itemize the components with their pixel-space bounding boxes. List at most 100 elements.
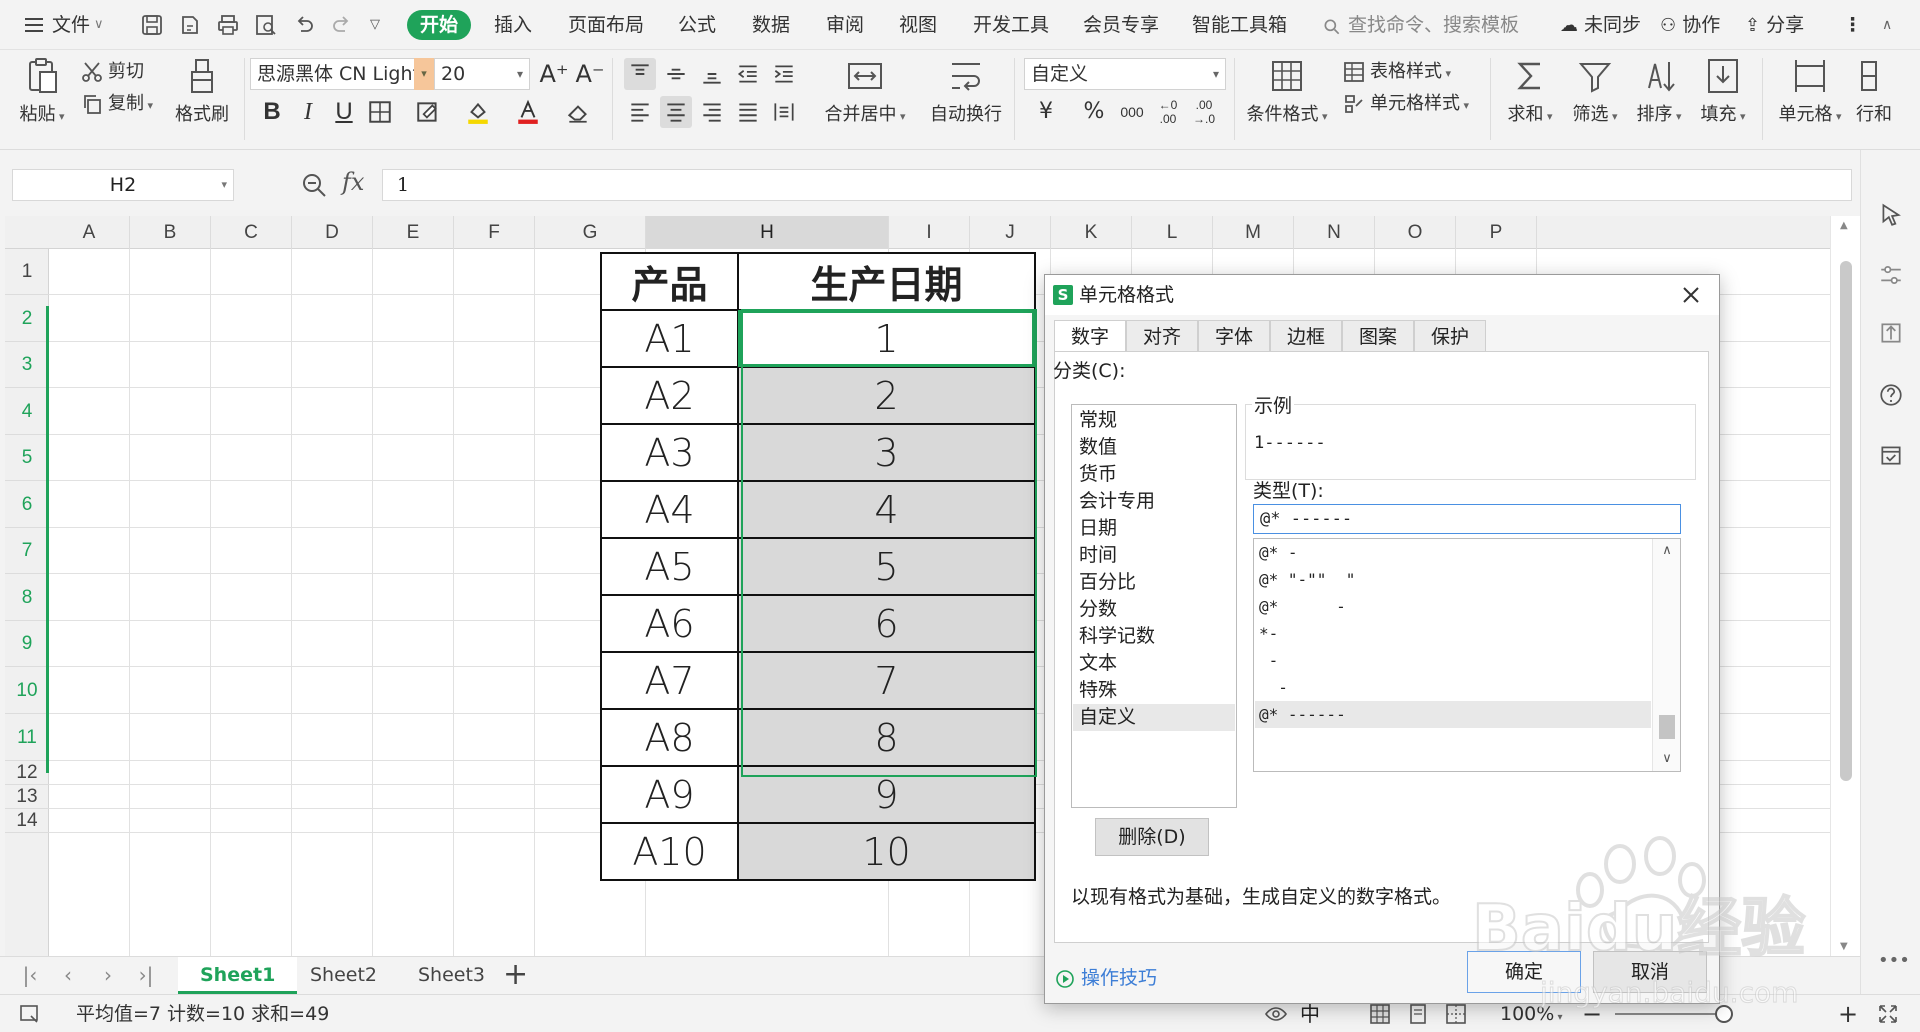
collapse-ribbon-icon[interactable]: ∧ — [1882, 10, 1892, 40]
cell-fill-style-icon[interactable] — [412, 96, 444, 128]
chevron-up-icon[interactable]: ∧ — [1653, 539, 1680, 563]
category-item[interactable]: 自定义 — [1073, 704, 1235, 731]
decrease-indent-icon[interactable] — [732, 58, 764, 90]
collaborate-button[interactable]: ⚇ 协作 — [1660, 10, 1720, 40]
sheet-tab-3[interactable]: Sheet3 — [396, 957, 507, 994]
customize-toolbar-icon[interactable]: ▽ — [370, 10, 380, 40]
align-left-icon[interactable] — [624, 96, 656, 128]
header-cell-product[interactable]: 产品 — [600, 252, 739, 311]
tab-alignment[interactable]: 对齐 — [1126, 320, 1198, 352]
tab-data[interactable]: 数据 — [752, 10, 790, 40]
column-header-k[interactable]: K — [1051, 216, 1132, 249]
selection-statistics[interactable]: 平均值=7 计数=10 求和=49 — [76, 995, 329, 1032]
select-cursor-icon[interactable] — [1878, 202, 1904, 228]
date-cell[interactable]: 8 — [737, 708, 1036, 767]
zoom-slider-knob[interactable] — [1715, 1005, 1733, 1023]
type-list[interactable]: @* - @* "-"" " @* - *- - - @* ------ ∧ ∨ — [1253, 538, 1681, 772]
distributed-align-icon[interactable] — [768, 96, 800, 128]
row-header-14[interactable]: 14 — [5, 809, 49, 833]
row-header-1[interactable]: 1 — [5, 249, 49, 295]
sync-status[interactable]: ☁ 未同步 — [1560, 10, 1641, 40]
product-cell[interactable]: A1 — [600, 309, 739, 368]
justify-icon[interactable] — [732, 96, 764, 128]
type-item[interactable]: @* - — [1255, 593, 1651, 620]
column-header-i[interactable]: I — [889, 216, 970, 249]
undo-icon[interactable] — [292, 13, 316, 37]
product-cell[interactable]: A9 — [600, 765, 739, 824]
italic-button[interactable]: I — [292, 96, 324, 128]
type-item[interactable]: - — [1255, 674, 1651, 701]
scroll-down-icon[interactable]: ▼ — [1840, 941, 1848, 952]
print-preview-icon[interactable] — [254, 13, 278, 37]
input-method-icon[interactable]: 中▾ — [1300, 1002, 1324, 1026]
fill-button[interactable]: 填充 ▾ — [1694, 56, 1752, 126]
add-sheet-icon[interactable]: + — [503, 959, 528, 991]
scroll-up-icon[interactable]: ▲ — [1840, 220, 1848, 231]
fill-color-icon[interactable] — [462, 96, 494, 128]
ok-button[interactable]: 确定 — [1467, 951, 1581, 993]
zoom-in-icon[interactable]: + — [1838, 995, 1858, 1032]
prev-sheet-icon[interactable]: ‹ — [56, 963, 80, 987]
paste-button[interactable]: 粘贴 ▾ — [16, 56, 68, 126]
close-icon[interactable] — [1677, 281, 1705, 309]
product-cell[interactable]: A7 — [600, 651, 739, 710]
wrap-text-button[interactable]: 自动换行 — [926, 56, 1006, 126]
column-header-c[interactable]: C — [211, 216, 292, 249]
tab-pattern[interactable]: 图案 — [1342, 320, 1414, 352]
chevron-down-icon[interactable]: ∨ — [94, 10, 104, 40]
row-header-12[interactable]: 12 — [5, 761, 49, 785]
header-cell-production-date[interactable]: 生产日期 — [737, 252, 1036, 311]
clear-format-icon[interactable] — [562, 96, 594, 128]
next-sheet-icon[interactable]: › — [96, 963, 120, 987]
decrease-decimal-icon[interactable]: .00 →.0 — [1188, 96, 1220, 128]
product-cell[interactable]: A10 — [600, 822, 739, 881]
tab-number[interactable]: 数字 — [1054, 320, 1126, 353]
print-icon[interactable] — [216, 13, 240, 37]
type-input[interactable]: @* ------ — [1253, 504, 1681, 534]
tab-formula[interactable]: 公式 — [678, 10, 716, 40]
row-header-3[interactable]: 3 — [5, 342, 49, 388]
tab-home[interactable]: 开始 — [407, 10, 471, 40]
increase-indent-icon[interactable] — [768, 58, 800, 90]
percent-format-icon[interactable]: % — [1078, 96, 1110, 128]
product-cell[interactable]: A4 — [600, 480, 739, 539]
cell-button[interactable]: 单元格 ▾ — [1772, 56, 1848, 126]
thousands-separator-icon[interactable]: 000 — [1116, 96, 1148, 128]
column-header-a[interactable]: A — [49, 216, 130, 249]
format-painter-button[interactable]: 格式刷 — [172, 56, 232, 126]
underline-button[interactable]: U — [328, 96, 360, 128]
category-item[interactable]: 日期 — [1073, 515, 1235, 542]
font-name-select[interactable]: 思源黑体 CN Light — [250, 58, 434, 90]
sheet-tab-1[interactable]: Sheet1 — [178, 957, 298, 994]
date-cell[interactable]: 3 — [737, 423, 1036, 482]
type-scroll-thumb[interactable] — [1659, 715, 1675, 739]
number-format-select[interactable]: 自定义 ▾ — [1024, 58, 1226, 90]
row-header-2[interactable]: 2 — [5, 295, 49, 342]
adjust-sliders-icon[interactable] — [1878, 262, 1904, 288]
table-style-button[interactable]: 表格样式 ▾ — [1342, 58, 1451, 86]
help-icon[interactable] — [1878, 382, 1904, 408]
column-header-e[interactable]: E — [373, 216, 454, 249]
tab-border[interactable]: 边框 — [1270, 320, 1342, 352]
product-cell[interactable]: A8 — [600, 708, 739, 767]
date-cell[interactable]: 9 — [737, 765, 1036, 824]
transform-icon[interactable] — [1878, 320, 1904, 346]
increase-decimal-icon[interactable]: ←0.00 — [1152, 96, 1184, 128]
active-cell[interactable]: 1 — [737, 309, 1036, 368]
copy-button[interactable]: 复制 ▾ — [80, 90, 153, 118]
tab-page-layout[interactable]: 页面布局 — [568, 10, 644, 40]
type-list-scrollbar[interactable]: ∧ ∨ — [1652, 539, 1680, 771]
zoom-slider[interactable] — [1615, 1005, 1733, 1023]
dialog-title-bar[interactable]: S 单元格格式 — [1045, 275, 1719, 315]
category-item[interactable]: 文本 — [1073, 650, 1235, 677]
column-header-h[interactable]: H — [646, 216, 889, 249]
first-sheet-icon[interactable]: |‹ — [18, 963, 42, 987]
page-layout-view-icon[interactable] — [1406, 1002, 1430, 1026]
tips-link[interactable]: 操作技巧 — [1055, 965, 1157, 991]
type-item[interactable]: @* - — [1255, 539, 1651, 566]
category-item[interactable]: 科学记数 — [1073, 623, 1235, 650]
sum-button[interactable]: 求和 ▾ — [1500, 56, 1560, 126]
currency-format-icon[interactable]: ¥ — [1030, 96, 1062, 128]
tab-insert[interactable]: 插入 — [494, 10, 532, 40]
row-header-5[interactable]: 5 — [5, 435, 49, 481]
